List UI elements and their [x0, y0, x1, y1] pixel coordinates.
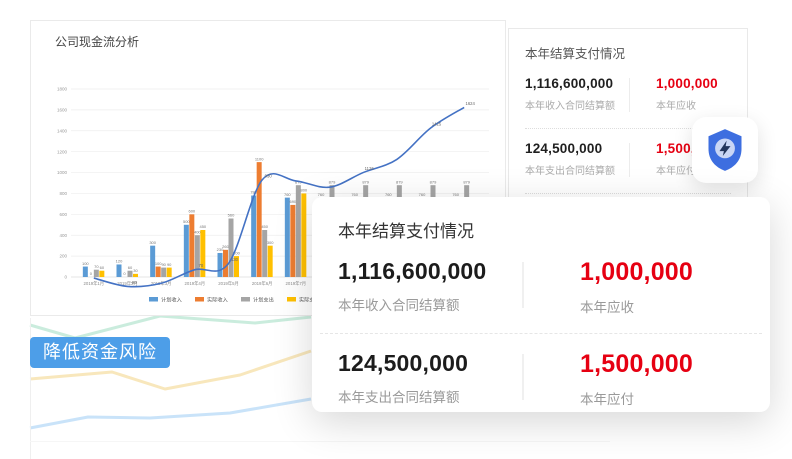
svg-text:90: 90 [161, 262, 166, 267]
svg-text:800: 800 [59, 191, 67, 196]
svg-text:560: 560 [228, 213, 235, 218]
svg-text:1600: 1600 [57, 107, 68, 112]
popup-row-expense: 124,500,000 本年支出合同结算额 1,500,000 本年应付 [312, 350, 770, 408]
popup-row-income: 1,116,600,000 本年收入合同结算额 1,000,000 本年应收 [312, 258, 770, 316]
svg-text:400: 400 [194, 229, 201, 234]
receivable-label: 本年应收 [656, 97, 718, 112]
popup-expense-settlement-value: 124,500,000 [338, 350, 522, 377]
column-divider [522, 354, 524, 400]
settlement-row-income: 1,116,600,000 本年收入合同结算额 1,000,000 本年应收 [509, 74, 747, 122]
column-divider [629, 78, 630, 112]
svg-text:计划收入: 计划收入 [161, 295, 182, 303]
svg-text:2019年5月: 2019年5月 [218, 280, 239, 287]
svg-text:60: 60 [128, 265, 133, 270]
popup-income-settlement-label: 本年收入合同结算额 [338, 294, 522, 314]
svg-text:400: 400 [59, 233, 67, 238]
svg-text:600: 600 [188, 209, 195, 214]
svg-text:2019年4月: 2019年4月 [185, 280, 206, 287]
svg-text:1100: 1100 [255, 156, 264, 161]
svg-text:60: 60 [100, 265, 105, 270]
svg-text:1425: 1425 [432, 122, 442, 127]
svg-text:30: 30 [133, 268, 138, 273]
svg-text:879: 879 [329, 179, 336, 184]
svg-text:1126: 1126 [365, 166, 375, 171]
svg-text:450: 450 [261, 224, 268, 229]
popup-payable-value: 1,500,000 [580, 350, 693, 379]
svg-text:120: 120 [116, 259, 123, 264]
popup-payable-label: 本年应付 [580, 388, 693, 408]
svg-text:计划支出: 计划支出 [253, 295, 274, 303]
svg-text:930: 930 [265, 173, 273, 178]
svg-text:90: 90 [167, 262, 172, 267]
svg-text:300: 300 [267, 240, 274, 245]
expense-settlement-label: 本年支出合同结算额 [525, 162, 629, 177]
svg-text:2019年7月: 2019年7月 [286, 280, 307, 287]
settlement-popup: 本年结算支付情况 1,116,600,000 本年收入合同结算额 1,000,0… [312, 197, 770, 412]
expense-settlement-value: 124,500,000 [525, 141, 629, 156]
risk-shield-button[interactable] [692, 117, 758, 183]
svg-text:1200: 1200 [57, 149, 68, 154]
svg-text:690: 690 [289, 199, 296, 204]
svg-text:200: 200 [59, 254, 67, 259]
cash-flow-card-title: 公司现金流分析 [31, 21, 505, 50]
svg-text:300: 300 [149, 240, 156, 245]
svg-text:70: 70 [94, 264, 99, 269]
income-settlement-label: 本年收入合同结算额 [525, 97, 629, 112]
svg-text:879: 879 [362, 179, 369, 184]
svg-text:1624: 1624 [466, 101, 476, 106]
svg-text:1400: 1400 [57, 128, 68, 133]
svg-text:879: 879 [463, 179, 470, 184]
risk-tag[interactable]: 降低资金风险 [30, 337, 170, 368]
svg-text:1800: 1800 [57, 87, 68, 92]
svg-text:100: 100 [82, 261, 89, 266]
column-divider [629, 143, 630, 177]
svg-text:实际收入: 实际收入 [207, 295, 228, 303]
popup-expense-settlement-label: 本年支出合同结算额 [338, 386, 522, 406]
svg-text:760: 760 [284, 192, 291, 197]
svg-text:2019年6月: 2019年6月 [252, 280, 273, 287]
svg-text:0: 0 [90, 271, 93, 276]
popup-receivable-label: 本年应收 [580, 296, 693, 316]
dotted-divider [525, 193, 731, 194]
svg-text:2019年1月: 2019年1月 [84, 280, 105, 287]
svg-text:0: 0 [64, 275, 67, 280]
shield-lightning-icon [705, 128, 745, 172]
svg-text:260: 260 [222, 244, 229, 249]
svg-text:70: 70 [198, 263, 203, 268]
receivable-value: 1,000,000 [656, 76, 718, 91]
popup-income-settlement-value: 1,116,600,000 [338, 258, 522, 285]
svg-text:130: 130 [231, 257, 239, 262]
svg-text:800: 800 [300, 188, 307, 193]
svg-text:600: 600 [59, 212, 67, 217]
background-divider-horizontal [30, 441, 610, 442]
dashed-divider [320, 333, 762, 334]
dashboard: 公司现金流分析 02004006008001000120014001600180… [0, 0, 792, 459]
svg-text:450: 450 [199, 224, 206, 229]
settlement-panel-title: 本年结算支付情况 [525, 43, 731, 62]
income-settlement-value: 1,116,600,000 [525, 76, 629, 91]
popup-receivable-value: 1,000,000 [580, 258, 693, 287]
svg-text:879: 879 [396, 179, 403, 184]
column-divider [522, 262, 524, 308]
svg-text:500: 500 [183, 219, 190, 224]
svg-text:0: 0 [123, 271, 126, 276]
svg-text:879: 879 [430, 179, 437, 184]
settlement-popup-title: 本年结算支付情况 [338, 217, 744, 242]
svg-text:1000: 1000 [57, 170, 68, 175]
svg-text:-90: -90 [130, 280, 137, 285]
